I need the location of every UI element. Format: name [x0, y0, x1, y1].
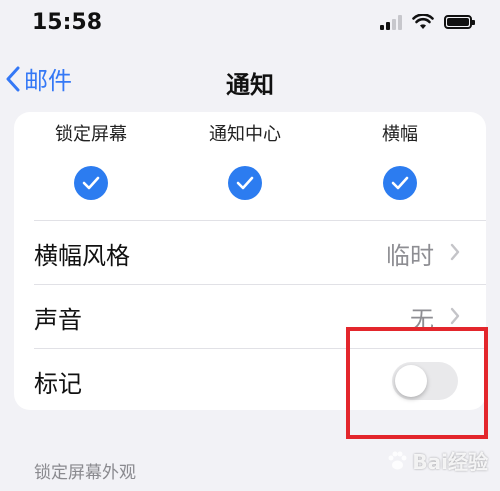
- badges-label: 标记: [34, 369, 82, 398]
- wifi-icon: [412, 14, 434, 29]
- battery-icon: [444, 15, 475, 29]
- status-icons: [380, 14, 475, 30]
- section-header-lock-screen-appearance: 锁定屏幕外观: [34, 463, 136, 483]
- highlight-box: [346, 327, 488, 439]
- cellular-signal-icon: [380, 14, 402, 30]
- alert-option-notification-center: 通知中心: [180, 120, 310, 200]
- alert-option-banners: 横幅: [335, 120, 465, 200]
- watermark: Bai经验: [386, 446, 488, 475]
- alert-label: 锁定屏幕: [55, 124, 127, 145]
- banners-checkmark[interactable]: [383, 166, 417, 200]
- chevron-right-icon: [450, 243, 460, 261]
- banner-style-value: 临时: [386, 241, 434, 270]
- nav-bar: 邮件 通知: [0, 55, 500, 105]
- watermark-text: Bai经验: [412, 450, 488, 474]
- notification-center-checkmark[interactable]: [228, 166, 262, 200]
- checkmark-icon: [82, 176, 100, 190]
- page-title: 通知: [226, 71, 274, 99]
- chevron-right-icon: [450, 307, 460, 325]
- paw-logo-icon: [388, 451, 407, 469]
- lock-screen-checkmark[interactable]: [74, 166, 108, 200]
- banner-style-row[interactable]: 横幅风格 临时: [34, 220, 486, 285]
- alert-label: 横幅: [382, 124, 418, 145]
- sound-label: 声音: [34, 305, 82, 334]
- checkmark-icon: [391, 176, 409, 190]
- alert-label: 通知中心: [209, 124, 281, 145]
- banner-style-label: 横幅风格: [34, 241, 130, 270]
- checkmark-icon: [236, 176, 254, 190]
- alert-option-lock-screen: 锁定屏幕: [26, 120, 156, 200]
- status-time: 15:58: [32, 10, 103, 35]
- status-bar: 15:58: [0, 0, 500, 50]
